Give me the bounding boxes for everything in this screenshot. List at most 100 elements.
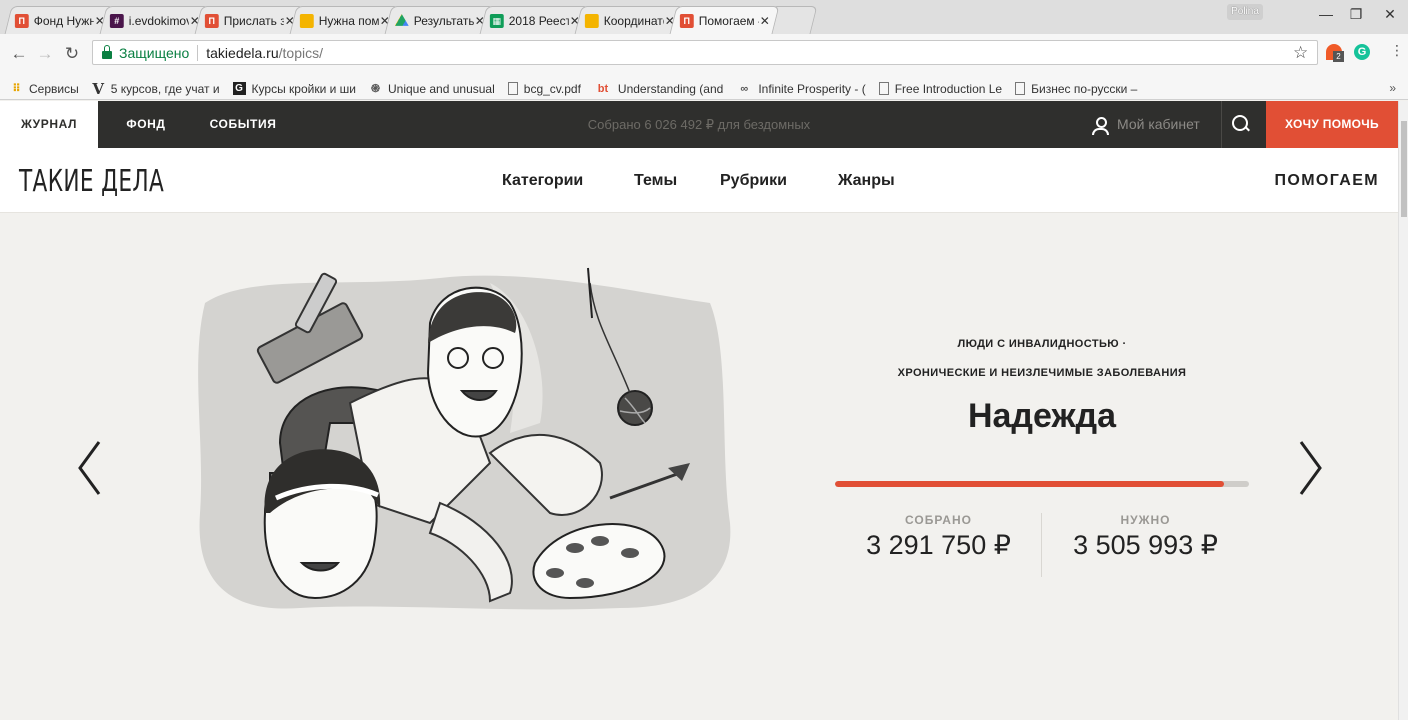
browser-tab-strip: П Фонд Нужна по ✕ # i.evdokimova | ✕ П П… bbox=[0, 0, 1408, 34]
slides-icon bbox=[299, 14, 314, 28]
close-icon[interactable]: ✕ bbox=[759, 14, 771, 28]
tab-list: П Фонд Нужна по ✕ # i.evdokimova | ✕ П П… bbox=[4, 6, 818, 34]
apps-icon: ⠿ bbox=[12, 83, 21, 95]
collected-stat: СОБРАНО 3 291 750 ₽ bbox=[835, 513, 1042, 561]
top-bar-divider bbox=[1221, 101, 1222, 148]
cabinet-label: Мой кабинет bbox=[1117, 116, 1200, 132]
fundraising-progress-fill bbox=[835, 481, 1224, 487]
bookmark-label: Сервисы bbox=[29, 81, 79, 96]
v-icon: V bbox=[92, 79, 105, 98]
tab-title: Координатор bbox=[603, 14, 664, 28]
drive-icon bbox=[395, 14, 409, 28]
takiedela-icon: П bbox=[204, 14, 219, 28]
next-arrow-icon[interactable] bbox=[1295, 438, 1325, 498]
tab-title: i.evdokimova | bbox=[128, 14, 189, 28]
restore-icon[interactable]: ❐ bbox=[1346, 6, 1366, 23]
category-disability[interactable]: ЛЮДИ С ИНВАЛИДНОСТЬЮ · bbox=[835, 338, 1249, 350]
site-logo[interactable]: ТАКИЕ ДЕЛА bbox=[19, 164, 164, 199]
nav-events[interactable]: СОБЫТИЯ bbox=[194, 101, 292, 148]
browser-tab-2[interactable]: # i.evdokimova | ✕ bbox=[99, 6, 210, 34]
collected-label: СОБРАНО bbox=[905, 513, 972, 527]
bookmark-item[interactable]: bt Understanding (and bbox=[594, 81, 724, 96]
grammarly-icon[interactable]: G bbox=[1354, 44, 1370, 60]
bookmark-star-icon[interactable]: ☆ bbox=[1293, 43, 1308, 63]
tab-title: 2018 Реестр д bbox=[508, 14, 569, 28]
reload-icon[interactable]: ↻ bbox=[63, 44, 81, 64]
menu-themes[interactable]: Темы bbox=[634, 172, 677, 190]
site-top-bar: ЖУРНАЛ ФОНД СОБЫТИЯ Собрано 6 026 492 ₽ … bbox=[0, 101, 1398, 148]
profile-button[interactable]: Polina bbox=[1227, 4, 1263, 20]
web-page: ЖУРНАЛ ФОНД СОБЫТИЯ Собрано 6 026 492 ₽ … bbox=[0, 101, 1398, 720]
browser-tab-7[interactable]: Координатор ✕ bbox=[574, 6, 685, 34]
bookmark-label: Бизнес по-русски – bbox=[1031, 81, 1138, 96]
needed-stat: НУЖНО 3 505 993 ₽ bbox=[1042, 513, 1249, 561]
menu-categories[interactable]: Категории bbox=[502, 172, 583, 190]
needed-label: НУЖНО bbox=[1120, 513, 1171, 527]
slides-icon bbox=[584, 14, 599, 28]
back-icon[interactable]: ← bbox=[10, 44, 28, 64]
browser-tab-6[interactable]: ▦ 2018 Реестр д ✕ bbox=[479, 6, 590, 34]
takiedela-icon: П bbox=[679, 14, 694, 28]
fundraising-progress bbox=[835, 481, 1249, 487]
bookmark-label: Infinite Prosperity - ( bbox=[758, 81, 866, 96]
bookmark-item[interactable]: V 5 курсов, где учат и bbox=[92, 79, 219, 98]
project-title[interactable]: Надежда bbox=[835, 397, 1249, 436]
g-icon: G bbox=[232, 82, 246, 95]
tab-title: Результаты по bbox=[413, 14, 474, 28]
browser-tab-5[interactable]: Результаты по ✕ bbox=[384, 6, 495, 34]
close-window-icon[interactable]: ✕ bbox=[1380, 6, 1400, 23]
nav-fund[interactable]: ФОНД bbox=[98, 101, 194, 148]
menu-kebab-icon[interactable]: ⋮ bbox=[1390, 42, 1404, 59]
spiral-icon: ֍ bbox=[371, 83, 380, 95]
bookmark-label: bcg_cv.pdf bbox=[523, 81, 581, 96]
want-to-help-button[interactable]: ХОЧУ ПОМОЧЬ bbox=[1266, 101, 1398, 148]
bookmark-item[interactable]: Бизнес по-русски – bbox=[1015, 82, 1137, 96]
bookmark-apps[interactable]: ⠿ Сервисы bbox=[10, 82, 79, 96]
bookmark-item[interactable]: G Курсы кройки и ши bbox=[232, 81, 356, 96]
bookmarks-overflow-icon[interactable]: » bbox=[1389, 81, 1396, 95]
bookmark-item[interactable]: bcg_cv.pdf bbox=[507, 81, 581, 96]
needed-value: 3 505 993 ₽ bbox=[1073, 530, 1218, 560]
bookmark-item[interactable]: Free Introduction Le bbox=[878, 81, 1003, 96]
page-icon bbox=[507, 82, 518, 95]
bt-icon: bt bbox=[597, 82, 609, 95]
menu-rubrics[interactable]: Рубрики bbox=[720, 172, 787, 190]
menu-helping[interactable]: ПОМОГАЕМ bbox=[1274, 172, 1379, 190]
main-nav: ТАКИЕ ДЕЛА Категории Темы Рубрики Жанры … bbox=[0, 148, 1398, 213]
tab-title: Помогаем — Т bbox=[698, 14, 759, 28]
hero-slider: ЛЮДИ С ИНВАЛИДНОСТЬЮ · ХРОНИЧЕСКИЕ И НЕИ… bbox=[0, 213, 1398, 720]
browser-tab-4[interactable]: Нужна помощ ✕ bbox=[289, 6, 400, 34]
bookmark-item[interactable]: ∞ Infinite Prosperity - ( bbox=[736, 82, 865, 96]
search-icon[interactable] bbox=[1232, 115, 1250, 133]
browser-tab-3[interactable]: П Прислать заяв ✕ bbox=[194, 6, 305, 34]
page-scrollbar[interactable] bbox=[1398, 101, 1408, 720]
bookmark-item[interactable]: ֍ Unique and unusual bbox=[369, 82, 495, 96]
bookmark-label: Free Introduction Le bbox=[894, 81, 1003, 96]
collected-value: 3 291 750 ₽ bbox=[866, 530, 1011, 560]
page-icon bbox=[878, 82, 889, 95]
menu-genres[interactable]: Жанры bbox=[838, 172, 895, 190]
page-icon bbox=[1015, 82, 1026, 95]
slack-icon: # bbox=[109, 14, 124, 28]
prev-arrow-icon[interactable] bbox=[75, 438, 105, 498]
project-illustration bbox=[198, 267, 731, 610]
browser-tab-active[interactable]: П Помогаем — Т ✕ bbox=[669, 6, 780, 34]
sheets-icon: ▦ bbox=[489, 14, 504, 28]
bookmark-label: Understanding (and bbox=[617, 81, 724, 96]
tab-title: Нужна помощ bbox=[318, 14, 379, 28]
user-icon bbox=[1092, 116, 1109, 135]
forward-icon[interactable]: → bbox=[36, 44, 54, 64]
browser-toolbar: ← → ↻ Защищено takiedela.ru/topics/ ☆ 2 … bbox=[0, 34, 1408, 78]
takiedela-icon: П bbox=[14, 14, 29, 28]
my-cabinet-link[interactable]: Мой кабинет bbox=[1092, 101, 1200, 148]
bookmark-label: Курсы кройки и ши bbox=[251, 81, 356, 96]
nav-journal[interactable]: ЖУРНАЛ bbox=[0, 101, 98, 148]
address-bar[interactable]: Защищено takiedela.ru/topics/ bbox=[92, 40, 1318, 65]
minimize-icon[interactable]: — bbox=[1316, 6, 1336, 22]
address-separator bbox=[197, 44, 199, 61]
category-chronic-diseases[interactable]: ХРОНИЧЕСКИЕ И НЕИЗЛЕЧИМЫЕ ЗАБОЛЕВАНИЯ bbox=[835, 367, 1249, 379]
scrollbar-thumb[interactable] bbox=[1401, 121, 1407, 217]
extension-icon[interactable]: 2 bbox=[1326, 44, 1344, 62]
url-host: takiedela.ru bbox=[206, 44, 279, 61]
browser-tab-1[interactable]: П Фонд Нужна по ✕ bbox=[4, 6, 115, 34]
